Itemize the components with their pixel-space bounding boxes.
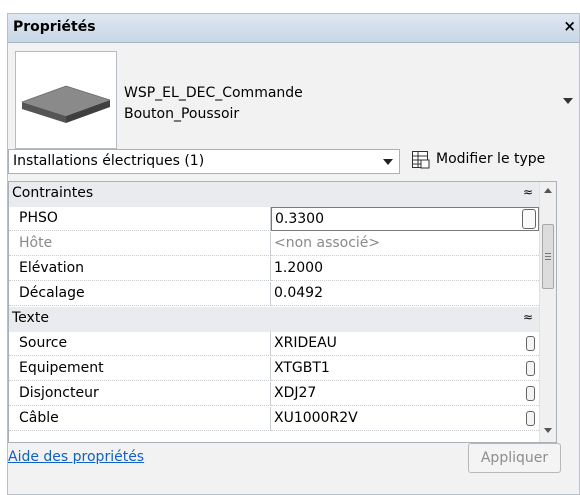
property-value: 0.0492 <box>274 285 323 301</box>
property-row-phso[interactable]: PHSO 0.3300 <box>9 207 539 232</box>
property-row-decalage[interactable]: Décalage 0.0492 <box>9 282 539 307</box>
property-value-input[interactable]: XDJ27 <box>271 382 539 406</box>
property-value-input[interactable]: 1.2000 <box>271 257 539 281</box>
property-name: Câble <box>9 407 271 431</box>
collapse-icon[interactable]: ≈ <box>523 310 533 324</box>
property-value-input[interactable]: XTGBT1 <box>271 357 539 381</box>
property-row-source[interactable]: Source XRIDEAU <box>9 332 539 357</box>
associate-parameter-button[interactable] <box>526 411 535 426</box>
collapse-icon[interactable]: ≈ <box>523 185 533 199</box>
property-name: Hôte <box>9 232 271 256</box>
property-name: Disjoncteur <box>9 382 271 406</box>
property-value: <non associé> <box>271 232 539 256</box>
edit-type-icon <box>412 151 430 169</box>
panel-titlebar[interactable]: Propriétés × <box>8 14 579 43</box>
property-value: XTGBT1 <box>274 360 330 376</box>
properties-grid: Contraintes ≈ PHSO 0.3300 Hôte <non asso… <box>8 181 557 443</box>
category-filter-dropdown[interactable]: Installations électriques (1) <box>8 149 400 174</box>
scroll-up-icon[interactable] <box>544 188 552 193</box>
associate-parameter-button[interactable] <box>526 361 535 376</box>
type-dropdown-arrow-icon[interactable] <box>557 88 579 112</box>
property-value: XRIDEAU <box>274 335 337 351</box>
property-name: PHSO <box>9 207 271 231</box>
property-value-input[interactable]: XRIDEAU <box>271 332 539 356</box>
edit-type-label: Modifier le type <box>436 151 546 167</box>
associate-parameter-button[interactable] <box>526 386 535 401</box>
properties-help-link[interactable]: Aide des propriétés <box>8 449 144 465</box>
property-value-text: <non associé> <box>274 235 381 251</box>
property-row-cable[interactable]: Câble XU1000R2V <box>9 407 539 432</box>
property-row-disjoncteur[interactable]: Disjoncteur XDJ27 <box>9 382 539 407</box>
property-value-input[interactable]: 0.3300 <box>271 207 539 231</box>
property-name: Source <box>9 332 271 356</box>
property-name: Décalage <box>9 282 271 306</box>
type-family: WSP_EL_DEC_Commande <box>124 85 303 101</box>
type-selector[interactable]: WSP_EL_DEC_Commande Bouton_Poussoir <box>8 43 579 158</box>
associate-parameter-button[interactable] <box>522 209 536 229</box>
property-value-input[interactable]: 0.0492 <box>271 282 539 306</box>
property-row-hote[interactable]: Hôte <non associé> <box>9 232 539 257</box>
type-name: WSP_EL_DEC_Commande Bouton_Poussoir <box>124 83 303 125</box>
slab-icon <box>15 51 117 149</box>
panel-title: Propriétés <box>13 19 96 35</box>
group-name: Contraintes <box>12 185 94 201</box>
property-value: 1.2000 <box>274 260 323 276</box>
property-row-elevation[interactable]: Elévation 1.2000 <box>9 257 539 282</box>
group-header-contraintes[interactable]: Contraintes ≈ <box>9 182 539 207</box>
associate-parameter-button[interactable] <box>526 336 535 351</box>
property-value: XDJ27 <box>274 385 317 401</box>
scrollbar-thumb[interactable] <box>542 224 554 289</box>
apply-button[interactable]: Appliquer <box>468 443 561 473</box>
category-filter-value: Installations électriques (1) <box>13 153 205 169</box>
property-value-input[interactable]: XU1000R2V <box>271 407 539 431</box>
group-name: Texte <box>12 310 49 326</box>
property-row-equipement[interactable]: Equipement XTGBT1 <box>9 357 539 382</box>
type-variant: Bouton_Poussoir <box>124 106 240 122</box>
property-value: XU1000R2V <box>274 410 358 426</box>
property-value: 0.3300 <box>275 211 324 227</box>
scroll-down-icon[interactable] <box>544 428 552 433</box>
chevron-down-icon[interactable] <box>383 159 393 165</box>
close-icon[interactable]: × <box>563 17 576 35</box>
grip-icon <box>545 253 551 254</box>
property-name: Equipement <box>9 357 271 381</box>
vertical-scrollbar[interactable] <box>539 182 556 442</box>
group-header-texte[interactable]: Texte ≈ <box>9 307 539 332</box>
property-name: Elévation <box>9 257 271 281</box>
